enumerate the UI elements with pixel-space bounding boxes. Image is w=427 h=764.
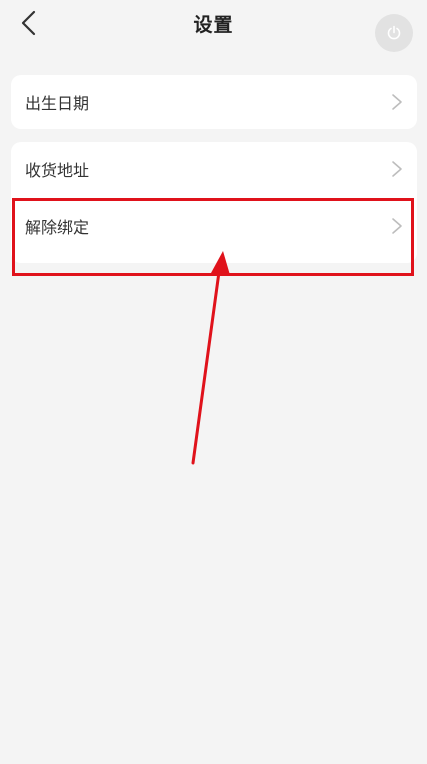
header-bar: 设置: [0, 0, 427, 62]
chevron-right-icon: [392, 161, 402, 177]
row-label: 收货地址: [25, 161, 90, 180]
settings-group-1: 出生日期: [11, 75, 417, 129]
row-label: 出生日期: [25, 94, 90, 113]
chevron-right-icon: [392, 94, 402, 110]
birth-date-row[interactable]: 出生日期: [11, 75, 417, 129]
settings-page: 设置 出生日期 收货地址 解除绑定: [0, 0, 427, 764]
annotation-highlight-box: [12, 198, 414, 276]
shipping-address-row[interactable]: 收货地址: [11, 142, 417, 196]
page-title: 设置: [193, 14, 234, 36]
power-button[interactable]: [375, 14, 413, 52]
power-icon: [387, 25, 401, 40]
